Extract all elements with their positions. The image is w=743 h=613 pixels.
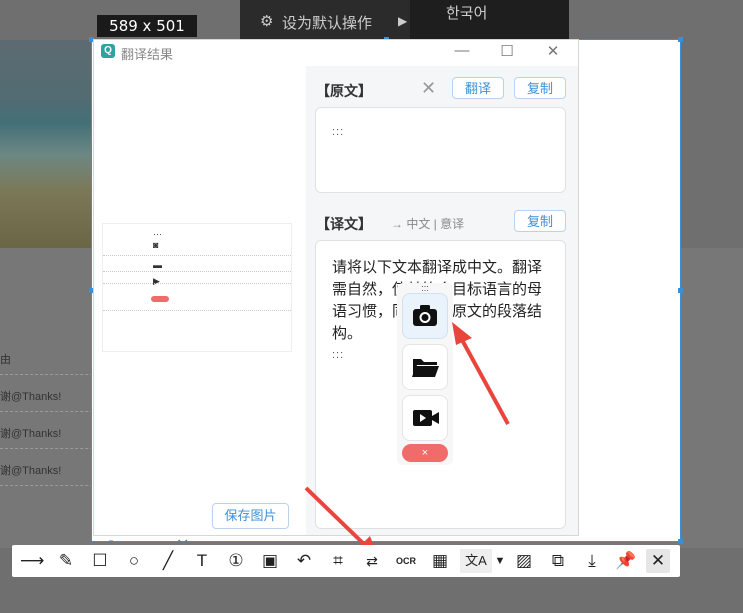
- blur-tool-icon[interactable]: ▨: [512, 549, 536, 573]
- arrow-tool-icon[interactable]: ⟶: [20, 549, 44, 573]
- mosaic-tool-icon[interactable]: ▣: [258, 549, 282, 573]
- annotation-arrow-line: [304, 486, 370, 550]
- annotation-arrowhead: [452, 322, 472, 345]
- annotation-arrow-line: [459, 337, 510, 425]
- exit-icon[interactable]: ✕: [646, 549, 670, 573]
- dropdown-arrow-icon[interactable]: ▼: [488, 549, 512, 573]
- undo-icon[interactable]: ↶: [292, 549, 316, 573]
- pen-tool-icon[interactable]: ✎: [54, 549, 78, 573]
- screenshot-toolbar: ⟶ ✎ ☐ ○ ╱ T ① ▣ ↶ ⌗ ⇄ OCR ▦ 文A ▼ ▨ ⧉ ⤓ 📌…: [12, 545, 680, 577]
- annotation-arrows: [304, 322, 510, 557]
- rectangle-tool-icon[interactable]: ☐: [88, 549, 112, 573]
- image-translate-icon[interactable]: ⇄: [360, 549, 384, 573]
- pin-icon[interactable]: 📌: [614, 549, 638, 573]
- ellipse-tool-icon[interactable]: ○: [122, 549, 146, 573]
- crop-icon[interactable]: ⌗: [326, 549, 350, 573]
- text-tool-icon[interactable]: T: [190, 549, 214, 573]
- number-tool-icon[interactable]: ①: [224, 549, 248, 573]
- copy-icon[interactable]: ⧉: [546, 549, 570, 573]
- ocr-icon[interactable]: OCR: [394, 549, 418, 573]
- line-tool-icon[interactable]: ╱: [156, 549, 180, 573]
- qrcode-icon[interactable]: ▦: [428, 549, 452, 573]
- download-icon[interactable]: ⤓: [580, 549, 604, 573]
